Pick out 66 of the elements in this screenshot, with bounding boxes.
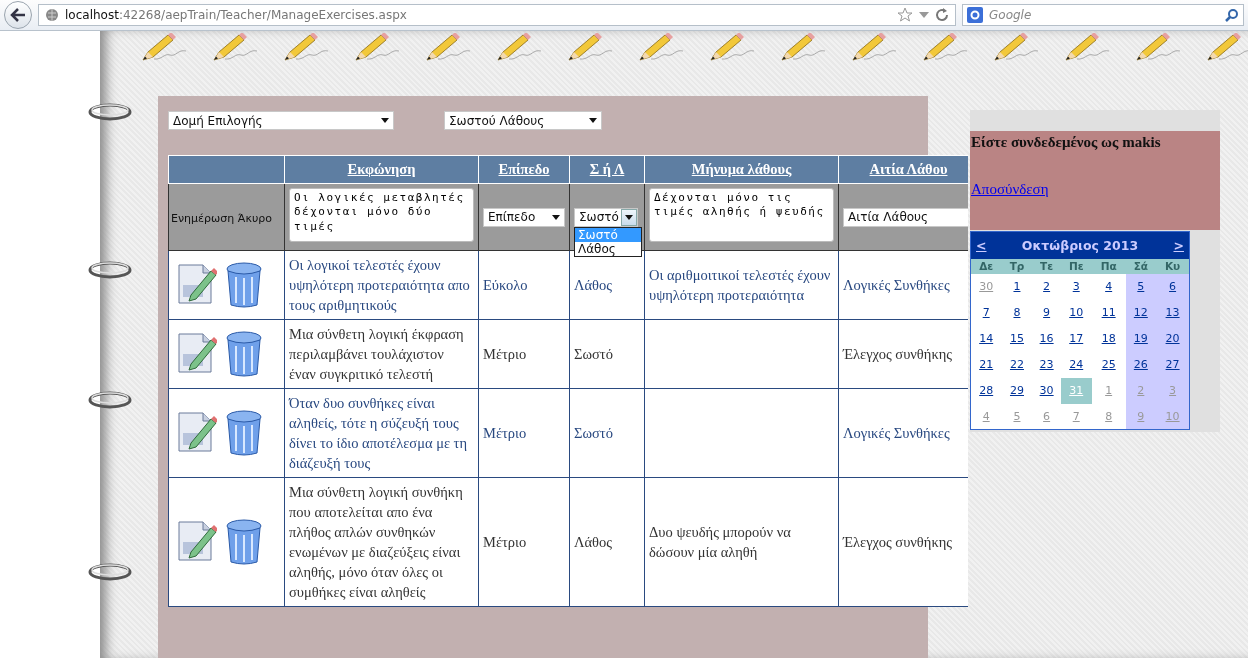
error-message-cell: Δυο ψευδής μπορούν να δώσουν μία αληθή — [644, 477, 839, 607]
calendar-day[interactable]: 9 — [1043, 306, 1051, 319]
previous-month-link[interactable]: < — [976, 237, 987, 253]
binder-ring-icon — [88, 389, 132, 411]
answer-cell: Σωστό — [569, 319, 645, 389]
calendar-day[interactable]: 2 — [1043, 280, 1051, 293]
update-link[interactable]: Ενημέρωση — [171, 211, 235, 225]
column-header-link[interactable]: Εκφώνηση — [347, 161, 416, 177]
level-cell: Μέτριο — [478, 319, 570, 389]
error-cause-cell: Λογικές Συνθήκες — [838, 388, 968, 478]
statement-field[interactable]: Οι λογικές μεταβλητές δέχονται μόνο δύο τιμές — [289, 188, 474, 242]
binder-ring-icon — [88, 561, 132, 583]
edit-document-icon[interactable] — [177, 261, 217, 305]
statement-cell: Οι λογικοί τελεστές έχουν υψηλότερη προτεραιότητα απο τους αριθμητικούς — [284, 250, 479, 320]
level-cell: Εύκολο — [478, 250, 570, 320]
binder-ring-icon — [88, 259, 132, 281]
trash-icon[interactable] — [225, 261, 263, 309]
pencil-icon — [1205, 33, 1248, 63]
search-engine-icon — [967, 7, 983, 23]
star-icon[interactable] — [897, 7, 913, 23]
statement-cell: Όταν δυο συνθήκες είναι αληθείς, τότε η σύζευξή τους δίνει το ίδιο αποτέλεσμα με τη διάζευξή τους — [284, 388, 479, 478]
trash-icon[interactable] — [225, 409, 263, 457]
caret-icon — [625, 214, 633, 220]
back-arrow-icon — [10, 8, 26, 22]
error-cause-cell: Έλεγχος συνθήκης — [838, 319, 968, 389]
search-bar[interactable]: Google — [962, 4, 1244, 26]
back-button[interactable] — [4, 1, 32, 29]
edit-document-icon[interactable] — [177, 518, 217, 562]
caret-icon — [589, 118, 597, 123]
caret-icon — [381, 118, 389, 123]
edit-document-icon[interactable] — [177, 409, 217, 453]
error-cause-select[interactable]: Αιτία Λάθους — [843, 207, 968, 227]
trash-icon[interactable] — [225, 330, 263, 378]
calendar-title: Οκτώβριος 2013 — [1021, 237, 1139, 253]
error-cause-cell: Έλεγχος συνθήκης — [838, 477, 968, 607]
cancel-link[interactable]: Άκυρο — [237, 211, 272, 225]
binder-ring-icon — [88, 101, 132, 123]
error-message-field[interactable]: Δέχονται μόνο τις τιμές αληθής ή ψευδής — [649, 188, 834, 242]
calendar-day[interactable]: 6 — [1169, 280, 1177, 293]
error-message-cell: Οι αριθμοιτικοί τελεστές έχουν υψηλότερη προτεραιότητα — [644, 250, 839, 320]
next-month-link[interactable]: > — [1173, 237, 1184, 253]
calendar-day[interactable]: 5 — [1137, 280, 1145, 293]
category-select[interactable]: Δομή Επιλογής — [168, 111, 394, 130]
calendar-day[interactable]: 8 — [1013, 306, 1021, 319]
globe-icon — [45, 8, 59, 22]
error-cause-cell: Λογικές Συνθήκες — [838, 250, 968, 320]
reload-icon[interactable] — [935, 8, 949, 22]
calendar-day[interactable]: 4 — [1105, 280, 1113, 293]
address-bar[interactable]: localhost:42268/aepTrain/Teacher/ManageExercises.aspx — [38, 4, 956, 26]
search-icon[interactable] — [1225, 8, 1239, 22]
category-select[interactable]: Σωστού Λάθους — [444, 111, 602, 130]
caret-icon — [552, 214, 560, 220]
level-cell: Μέτριο — [478, 388, 570, 478]
answer-cell: Σωστό — [569, 388, 645, 478]
login-message: Είστε συνδεδεμένος ως makis — [971, 134, 1162, 151]
calendar-day[interactable]: 7 — [982, 306, 990, 319]
level-select[interactable]: Επίπεδο — [483, 207, 565, 227]
statement-cell: Μια σύνθετη λογική συνθήκη που αποτελείται απο ένα πλήθος απλών συνθηκών ενωμένων με διαζεύξεις είναι αληθής, μόνο όταν όλες οι συμθήκες είναι αληθείς — [284, 477, 479, 607]
calendar-day[interactable]: 3 — [1072, 280, 1080, 293]
statement-cell: Μια σύνθετη λογική έκφραση περιλαμβάνει τουλάχιστον έναν συγκριτικό τελεστή — [284, 319, 479, 389]
answer-cell: Λάθος — [569, 477, 645, 607]
calendar-day[interactable]: 1 — [1013, 280, 1021, 293]
edit-document-icon[interactable] — [177, 330, 217, 374]
trash-icon[interactable] — [225, 518, 263, 566]
dropdown-icon[interactable] — [919, 12, 929, 18]
level-cell: Μέτριο — [478, 477, 570, 607]
